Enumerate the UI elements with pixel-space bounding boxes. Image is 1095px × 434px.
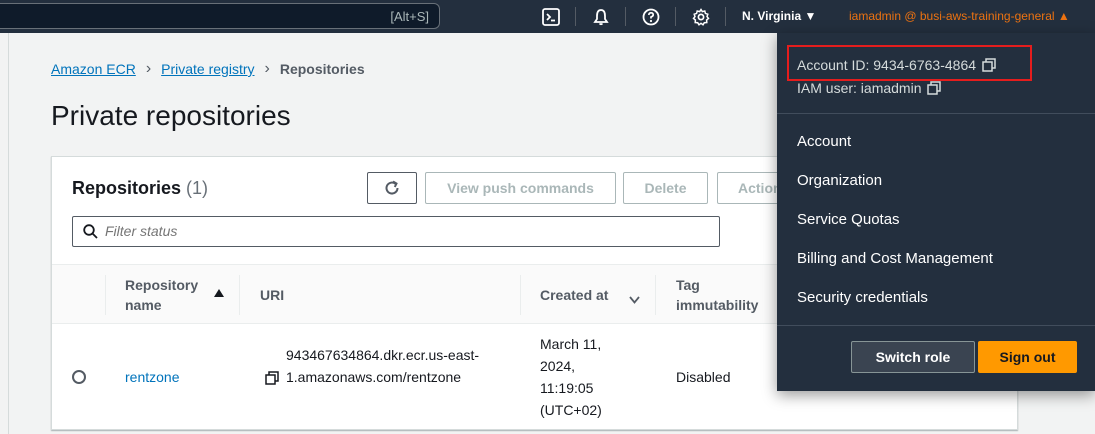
column-header-line: immutability [676,297,759,313]
help-icon[interactable] [640,6,661,27]
copy-uri-icon[interactable] [265,371,279,390]
search-bar[interactable]: [Alt+S] [0,3,440,29]
repository-name[interactable]: rentzone [125,369,179,385]
search-shortcut-hint: [Alt+S] [390,9,429,24]
filter-input[interactable] [105,223,705,239]
menu-divider [777,325,1095,326]
iam-user: IAM user: iamadmin [797,80,922,96]
account-id-row: Account ID: 9434-6763-4864 [797,57,996,73]
side-navigation-rail[interactable] [0,33,9,434]
tag-immutability-value: Disabled [676,369,731,385]
created-line: March 11, [540,336,602,352]
filter-field[interactable] [72,216,720,247]
nav-divider [725,7,726,26]
refresh-button[interactable] [367,172,417,204]
column-divider [520,275,521,315]
account-id: Account ID: 9434-6763-4864 [797,57,977,73]
repository-count: (1) [186,178,209,198]
column-header-line: Tag [676,277,700,293]
breadcrumb-amazon-ecr[interactable]: Amazon ECR [51,61,136,77]
notifications-bell-icon[interactable] [590,6,611,27]
nav-divider [675,7,676,26]
view-push-commands-button[interactable]: View push commands [425,172,616,204]
delete-button[interactable]: Delete [623,172,708,204]
breadcrumb-current: Repositories [279,61,365,77]
column-header-uri[interactable]: URI [260,285,284,305]
menu-item-billing[interactable]: Billing and Cost Management [797,250,993,267]
copy-iam-user-icon[interactable] [927,81,942,95]
created-line: 11:19:05 [540,380,594,396]
repository-uri: 943467634864.dkr.ecr.us-east- 1.amazonaw… [286,344,479,388]
top-navigation-bar: [Alt+S] N. Virginia ▼ iamadmin @ busi-aw… [0,0,1095,33]
refresh-icon [385,180,399,195]
row-select-radio[interactable] [72,370,86,384]
region-selector[interactable]: N. Virginia ▼ [742,9,816,23]
sort-caret-down-icon[interactable] [629,291,640,309]
uri-line: 1.amazonaws.com/rentzone [286,369,462,385]
column-header-line: Repository [125,277,199,293]
chevron-right-icon: › [145,60,152,77]
column-header-repository-name[interactable]: Repository name [125,275,198,315]
created-at-value: March 11, 2024, 11:19:05 (UTC+02) [540,333,602,421]
column-header-created-at[interactable]: Created at [540,285,608,305]
sign-out-button[interactable]: Sign out [978,341,1077,373]
panel-title: Repositories (1) [72,178,208,199]
menu-item-account[interactable]: Account [797,133,851,150]
nav-divider [575,7,576,26]
switch-role-button[interactable]: Switch role [851,341,975,373]
column-divider [239,275,240,315]
created-line: (UTC+02) [540,402,602,418]
iam-user-row: IAM user: iamadmin [797,80,942,96]
search-icon [83,224,98,239]
cloudshell-icon[interactable] [540,6,561,27]
repository-name-link[interactable]: rentzone [125,366,179,388]
chevron-right-icon: › [264,60,270,77]
uri-line: 943467634864.dkr.ecr.us-east- [286,347,480,363]
created-line: 2024, [540,358,576,374]
column-header-tag-immutability[interactable]: Tag immutability [676,275,758,315]
column-divider [105,275,106,315]
menu-item-organization[interactable]: Organization [797,172,882,189]
menu-item-security-credentials[interactable]: Security credentials [797,289,928,306]
column-divider [655,275,656,315]
settings-gear-icon[interactable] [690,6,711,27]
column-header-line: name [125,297,162,313]
menu-item-service-quotas[interactable]: Service Quotas [797,211,900,228]
account-dropdown-menu: Account ID: 9434-6763-4864 IAM user: iam… [777,33,1095,391]
breadcrumb-private-registry[interactable]: Private registry [161,61,254,77]
account-menu-toggle[interactable]: iamadmin @ busi-aws-training-general ▲ [849,9,1070,23]
copy-account-id-icon[interactable] [982,58,996,72]
sort-ascending-icon[interactable] [214,289,224,297]
page-title: Private repositories [51,100,291,131]
nav-divider [625,7,626,26]
panel-title-text: Repositories [72,178,182,198]
menu-divider [777,113,1095,114]
breadcrumb: Amazon ECR › Private registry › Reposito… [51,60,365,78]
